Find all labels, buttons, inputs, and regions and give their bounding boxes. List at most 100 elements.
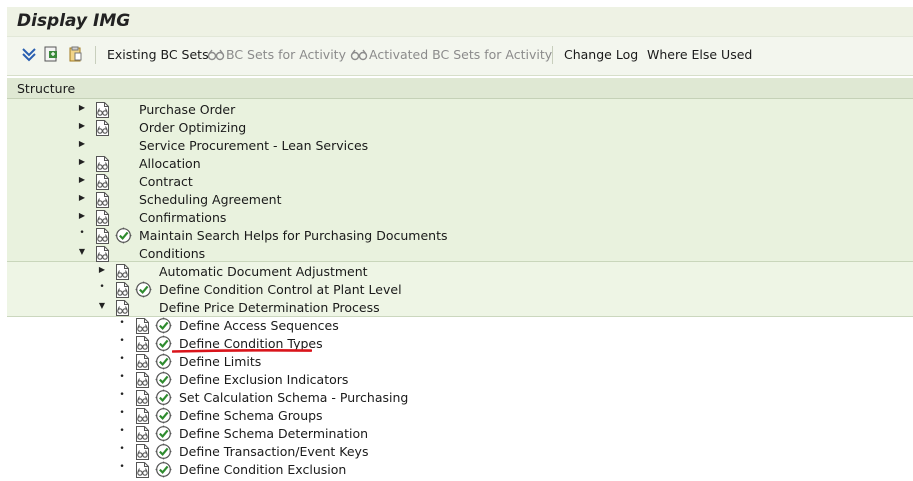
where-used-icon[interactable]: [43, 46, 59, 62]
tree-node-label[interactable]: Maintain Search Helps for Purchasing Doc…: [139, 228, 447, 243]
tree-node[interactable]: ▶ Purchase Order: [0, 101, 913, 119]
expand-all-icon[interactable]: [21, 46, 37, 62]
expand-node-icon[interactable]: ▶: [77, 139, 87, 148]
tree-node-label[interactable]: Allocation: [139, 156, 201, 171]
execute-activity-icon[interactable]: [155, 389, 172, 406]
collapse-node-icon[interactable]: ▼: [97, 301, 107, 310]
execute-activity-icon[interactable]: [155, 407, 172, 424]
documentation-icon[interactable]: [115, 264, 130, 280]
clipboard-icon[interactable]: [67, 46, 83, 62]
tree-node[interactable]: • Define Schema Groups: [0, 407, 913, 425]
tree-node[interactable]: ▶ Order Optimizing: [0, 119, 913, 137]
tree-node-label[interactable]: Automatic Document Adjustment: [159, 264, 368, 279]
tree-node[interactable]: • Maintain Search Helps for Purchasing Do…: [0, 227, 913, 245]
title-bar: [7, 7, 913, 36]
tree-node-label[interactable]: Conditions: [139, 246, 205, 261]
documentation-icon[interactable]: [95, 120, 110, 136]
execute-activity-icon[interactable]: [155, 461, 172, 478]
tree-node-label[interactable]: Contract: [139, 174, 193, 189]
existing-bc-sets-button[interactable]: Existing BC Sets: [107, 47, 209, 62]
documentation-icon[interactable]: [95, 246, 110, 262]
documentation-icon[interactable]: [135, 336, 150, 352]
tree-node[interactable]: ▼ Conditions: [0, 245, 913, 263]
toolbar-separator: [95, 46, 96, 64]
highlight-underline: [172, 349, 312, 353]
documentation-icon[interactable]: [135, 318, 150, 334]
documentation-icon[interactable]: [135, 372, 150, 388]
tree-node-label[interactable]: Define Condition Control at Plant Level: [159, 282, 402, 297]
structure-header: Structure: [7, 78, 913, 99]
tree-node[interactable]: • Define Limits: [0, 353, 913, 371]
documentation-icon[interactable]: [135, 426, 150, 442]
activated-bc-sets-button[interactable]: Activated BC Sets for Activity: [369, 47, 552, 62]
documentation-icon[interactable]: [135, 462, 150, 478]
documentation-icon[interactable]: [135, 444, 150, 460]
tree-node-label[interactable]: Service Procurement - Lean Services: [139, 138, 368, 153]
leaf-bullet-icon: •: [79, 228, 85, 238]
documentation-icon[interactable]: [115, 300, 130, 316]
where-else-used-button[interactable]: Where Else Used: [647, 47, 752, 62]
execute-activity-icon[interactable]: [155, 443, 172, 460]
tree-node-label[interactable]: Define Condition Exclusion: [179, 462, 346, 477]
tree-node[interactable]: • Set Calculation Schema - Purchasing: [0, 389, 913, 407]
collapse-node-icon[interactable]: ▼: [77, 247, 87, 256]
execute-activity-icon[interactable]: [135, 281, 152, 298]
documentation-icon[interactable]: [135, 408, 150, 424]
tree-node-label[interactable]: Set Calculation Schema - Purchasing: [179, 390, 408, 405]
tree-node-label[interactable]: Define Schema Determination: [179, 426, 368, 441]
execute-activity-icon[interactable]: [155, 371, 172, 388]
bc-sets-glasses-icon: [207, 49, 225, 61]
execute-activity-icon[interactable]: [115, 227, 132, 244]
documentation-icon[interactable]: [95, 102, 110, 118]
documentation-icon[interactable]: [95, 156, 110, 172]
tree-node[interactable]: ▶ Allocation: [0, 155, 913, 173]
expand-node-icon[interactable]: ▶: [77, 157, 87, 166]
tree-node-label[interactable]: Define Price Determination Process: [159, 300, 380, 315]
tree-node[interactable]: • Define Transaction/Event Keys: [0, 443, 913, 461]
execute-activity-icon[interactable]: [155, 353, 172, 370]
tree-node[interactable]: • Define Condition Types: [0, 335, 913, 353]
documentation-icon[interactable]: [115, 282, 130, 298]
execute-activity-icon[interactable]: [155, 425, 172, 442]
leaf-bullet-icon: •: [119, 372, 125, 382]
documentation-icon[interactable]: [95, 210, 110, 226]
tree-node[interactable]: • Define Access Sequences: [0, 317, 913, 335]
tree-node[interactable]: ▼ Define Price Determination Process: [0, 299, 913, 317]
tree-node-label[interactable]: Define Schema Groups: [179, 408, 323, 423]
tree-node[interactable]: ▶ Contract: [0, 173, 913, 191]
expand-node-icon[interactable]: ▶: [77, 121, 87, 130]
tree-node[interactable]: • Define Condition Control at Plant Level: [0, 281, 913, 299]
tree-node[interactable]: ▶ Automatic Document Adjustment: [0, 263, 913, 281]
page-title: Display IMG: [17, 11, 131, 31]
leaf-bullet-icon: •: [119, 354, 125, 364]
tree-node[interactable]: ▶ Scheduling Agreement: [0, 191, 913, 209]
tree-node-label[interactable]: Define Exclusion Indicators: [179, 372, 348, 387]
tree-node-label[interactable]: Define Limits: [179, 354, 261, 369]
tree-node-label[interactable]: Purchase Order: [139, 102, 235, 117]
documentation-icon[interactable]: [135, 390, 150, 406]
documentation-icon[interactable]: [95, 192, 110, 208]
tree-node[interactable]: ▶ Confirmations: [0, 209, 913, 227]
tree-node[interactable]: • Define Schema Determination: [0, 425, 913, 443]
expand-node-icon[interactable]: ▶: [97, 265, 107, 274]
expand-node-icon[interactable]: ▶: [77, 193, 87, 202]
tree-node[interactable]: • Define Condition Exclusion: [0, 461, 913, 479]
tree-node[interactable]: • Define Exclusion Indicators: [0, 371, 913, 389]
tree-node-label[interactable]: Define Access Sequences: [179, 318, 339, 333]
tree-node-label[interactable]: Order Optimizing: [139, 120, 246, 135]
tree-node-label[interactable]: Define Transaction/Event Keys: [179, 444, 368, 459]
bc-sets-for-activity-button[interactable]: BC Sets for Activity: [226, 47, 346, 62]
tree-node[interactable]: ▶ Service Procurement - Lean Services: [0, 137, 913, 155]
expand-node-icon[interactable]: ▶: [77, 103, 87, 112]
documentation-icon[interactable]: [135, 354, 150, 370]
documentation-icon[interactable]: [95, 228, 110, 244]
expand-node-icon[interactable]: ▶: [77, 211, 87, 220]
structure-header-label: Structure: [17, 81, 76, 96]
documentation-icon[interactable]: [95, 174, 110, 190]
execute-activity-icon[interactable]: [155, 335, 172, 352]
tree-node-label[interactable]: Confirmations: [139, 210, 226, 225]
execute-activity-icon[interactable]: [155, 317, 172, 334]
change-log-button[interactable]: Change Log: [564, 47, 638, 62]
expand-node-icon[interactable]: ▶: [77, 175, 87, 184]
tree-node-label[interactable]: Scheduling Agreement: [139, 192, 281, 207]
